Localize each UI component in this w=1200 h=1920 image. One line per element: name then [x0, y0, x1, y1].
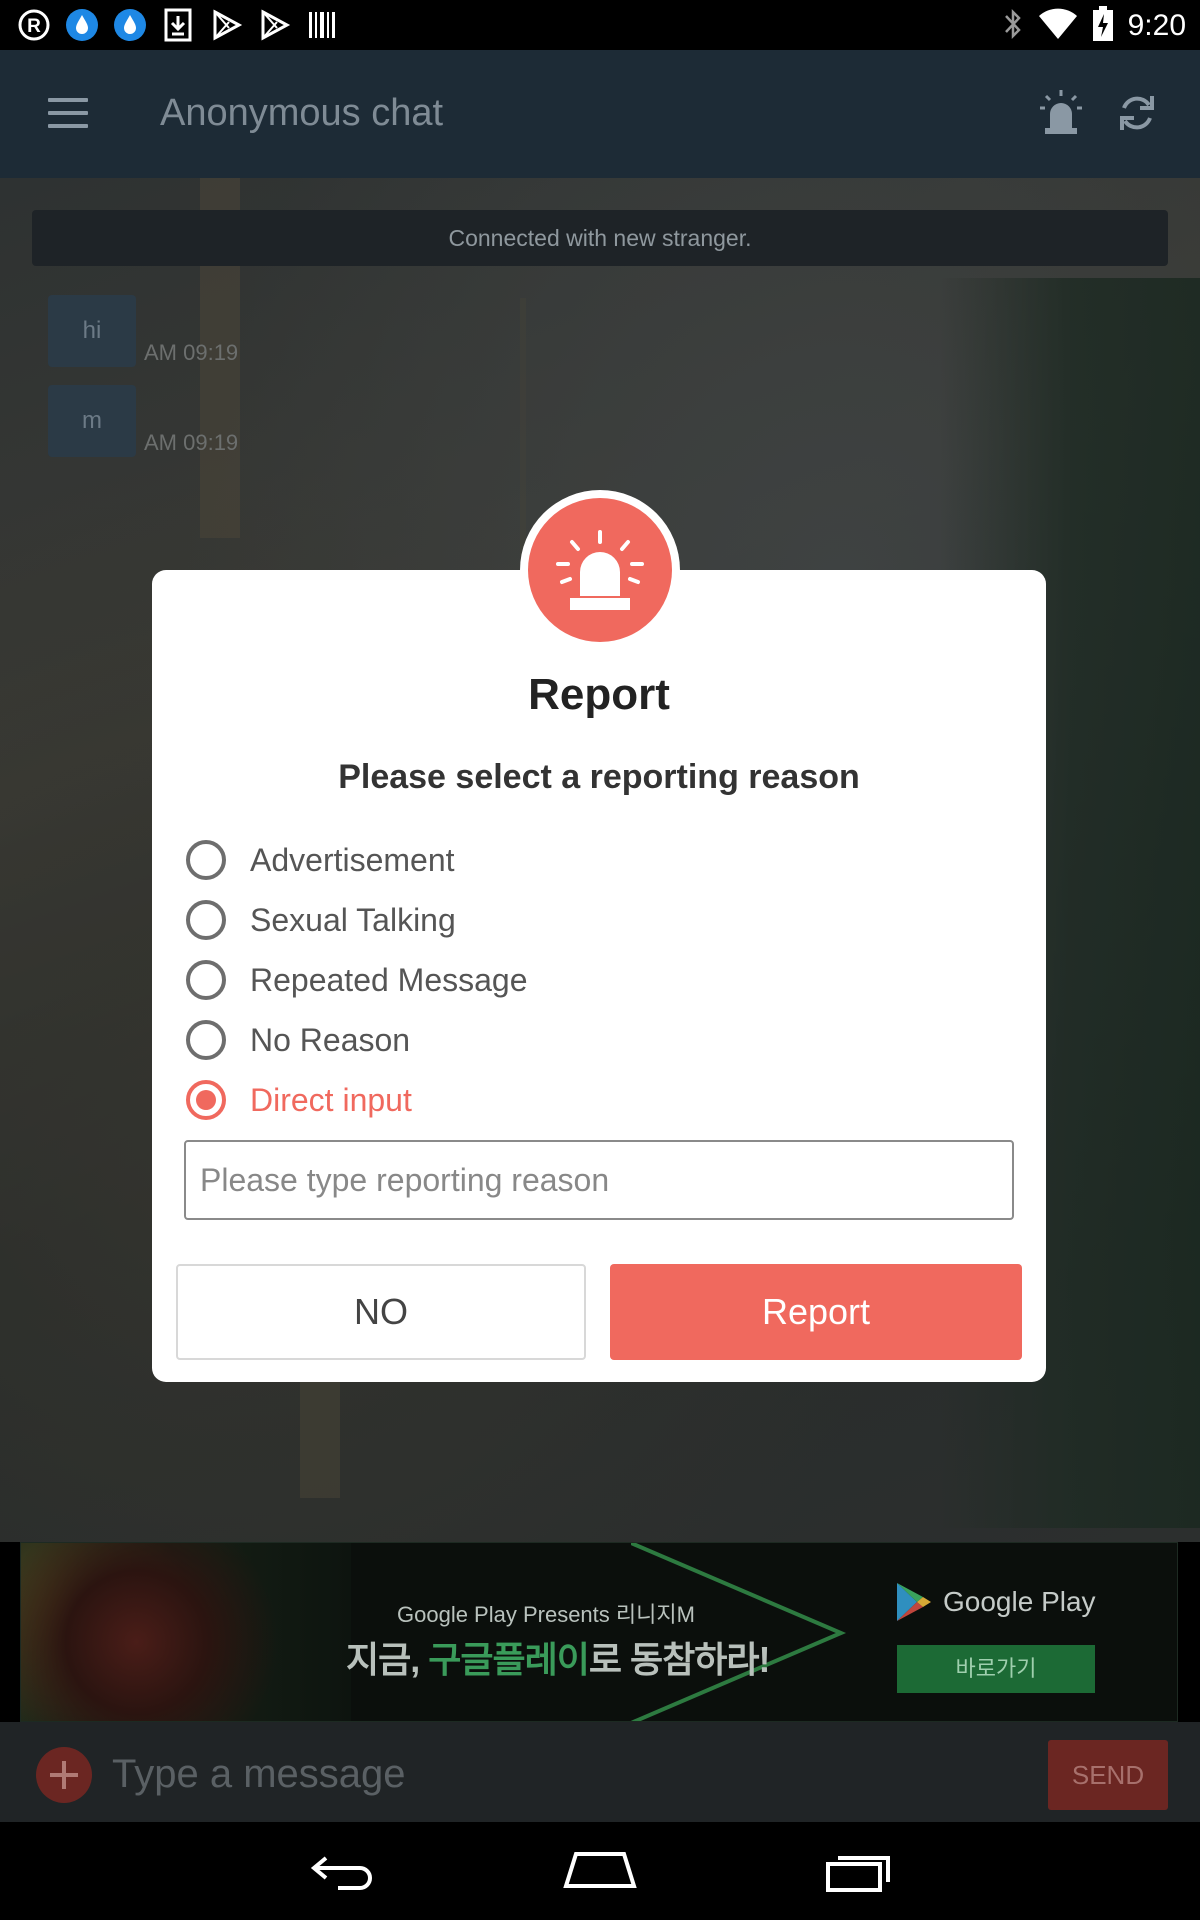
play-store-icon [208, 7, 244, 43]
option-label: Direct input [250, 1081, 412, 1118]
back-icon[interactable] [308, 1848, 378, 1894]
option-no-reason[interactable]: No Reason [186, 1018, 410, 1062]
no-button[interactable]: NO [176, 1264, 586, 1360]
refresh-icon[interactable] [1114, 90, 1160, 136]
download-icon [160, 7, 196, 43]
recent-apps-icon[interactable] [824, 1850, 894, 1892]
ad-banner[interactable]: Google Play Presents 리니지M 지금, 구글플레이로 동참하… [20, 1542, 1178, 1722]
option-sexual-talking[interactable]: Sexual Talking [186, 898, 456, 942]
dialog-subtitle: Please select a reporting reason [338, 758, 860, 796]
siren-icon [528, 498, 672, 642]
drop-icon [64, 7, 100, 43]
message-bubble[interactable]: m [48, 385, 136, 457]
option-repeated-message[interactable]: Repeated Message [186, 958, 528, 1002]
message-input[interactable] [112, 1744, 1012, 1804]
app-title: Anonymous chat [160, 92, 444, 134]
drop-icon [112, 7, 148, 43]
ad-headline-part: 로 동참하라! [588, 1639, 771, 1680]
option-label: Advertisement [250, 841, 455, 878]
bluetooth-icon [1002, 7, 1024, 45]
play-store-icon [256, 7, 292, 43]
ad-headline-part: 지금, [346, 1639, 429, 1680]
registered-icon: R [16, 7, 52, 43]
report-button[interactable]: Report [610, 1264, 1022, 1360]
add-attachment-button[interactable] [36, 1747, 92, 1803]
store-name: Google Play [943, 1586, 1096, 1617]
clock: 9:20 [1127, 9, 1186, 42]
radio-button[interactable] [186, 900, 226, 940]
reason-input[interactable] [184, 1140, 1014, 1220]
send-button[interactable]: SEND [1048, 1740, 1168, 1810]
ad-headline: 지금, 구글플레이로 동참하라! [346, 1631, 771, 1683]
dialog-title: Report [528, 670, 670, 719]
ad-cta-button[interactable]: 바로가기 [897, 1645, 1095, 1693]
system-status: 9:20 [1002, 6, 1186, 46]
option-label: No Reason [250, 1021, 411, 1058]
navigation-bar [0, 1822, 1200, 1920]
message-input-bar: SEND [0, 1722, 1200, 1822]
system-message: Connected with new stranger. [32, 210, 1168, 266]
radio-button[interactable] [186, 1020, 226, 1060]
notification-icons: R [16, 7, 340, 43]
app-bar: Anonymous chat [0, 50, 1200, 178]
option-label: Repeated Message [250, 961, 528, 998]
option-direct-input[interactable]: Direct input [186, 1078, 412, 1122]
svg-text:R: R [27, 16, 41, 37]
barcode-icon [304, 7, 340, 43]
message-bubble[interactable]: hi [48, 295, 136, 367]
home-icon[interactable] [562, 1850, 638, 1890]
option-advertisement[interactable]: Advertisement [186, 838, 455, 882]
menu-icon[interactable] [48, 98, 88, 128]
ad-headline-highlight: 구글플레이 [428, 1639, 590, 1680]
option-label: Sexual Talking [250, 901, 456, 938]
message-time: AM 09:19 [144, 430, 239, 455]
status-bar: R 9:20 [0, 0, 1200, 50]
wifi-icon [1038, 7, 1078, 45]
report-dialog: Report Please select a reporting reason … [152, 570, 1046, 1382]
message-time: AM 09:19 [144, 340, 239, 365]
radio-button[interactable] [186, 840, 226, 880]
google-play-icon [897, 1583, 931, 1621]
ad-subtitle: Google Play Presents 리니지M [397, 1602, 695, 1627]
alarm-bell-icon[interactable] [1038, 88, 1084, 138]
radio-button[interactable] [186, 960, 226, 1000]
ad-artwork [21, 1543, 351, 1721]
google-play-logo: Google Play [893, 1581, 1096, 1623]
battery-charging-icon [1092, 6, 1114, 46]
radio-button-selected[interactable] [186, 1080, 226, 1120]
